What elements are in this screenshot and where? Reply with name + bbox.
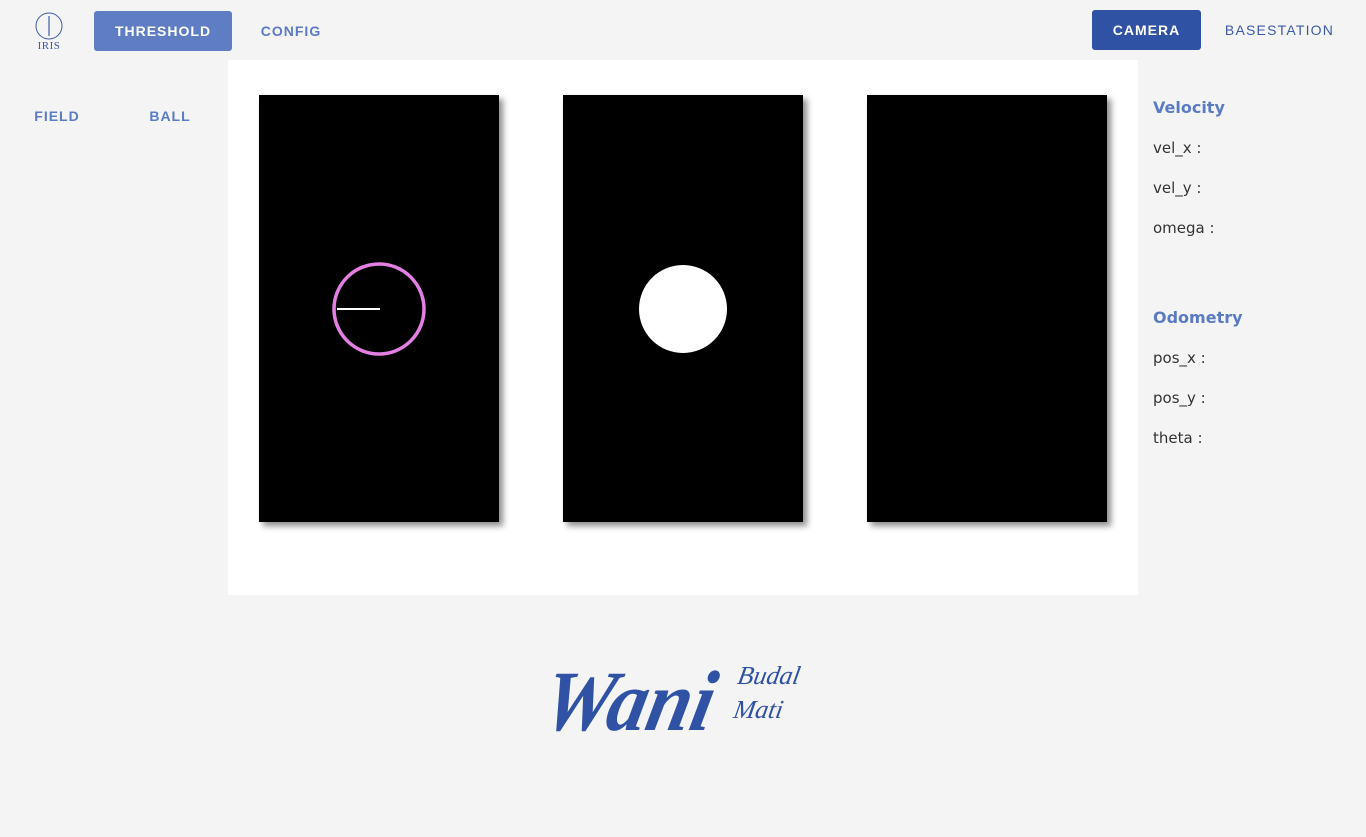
theta-label: theta : xyxy=(1153,429,1203,447)
velocity-title: Velocity xyxy=(1153,98,1225,117)
iris-logo: IRIS xyxy=(34,12,64,54)
camera-frame-threshold xyxy=(563,95,803,522)
ball-tab[interactable]: BALL xyxy=(140,96,200,136)
threshold-mask xyxy=(639,265,727,353)
signature-main: Wani xyxy=(550,654,725,749)
pos-y-label: pos_y : xyxy=(1153,389,1206,407)
ball-detection-overlay xyxy=(332,262,426,356)
vel-x-label: vel_x : xyxy=(1153,139,1202,157)
field-tab[interactable]: FIELD xyxy=(24,96,90,136)
pos-x-label: pos_x : xyxy=(1153,349,1206,367)
camera-frame-blank xyxy=(867,95,1107,522)
omega-label: omega : xyxy=(1153,219,1215,237)
camera-frame-original xyxy=(259,95,499,522)
vel-y-label: vel_y : xyxy=(1153,179,1202,197)
basestation-button[interactable]: BASESTATION xyxy=(1214,10,1345,50)
signature-line2: Mati xyxy=(730,695,785,724)
camera-panel xyxy=(228,60,1138,595)
iris-logo-icon xyxy=(35,12,63,40)
threshold-ball-blob xyxy=(639,265,727,353)
camera-button[interactable]: CAMERA xyxy=(1092,10,1201,50)
signature-logo: Wani Budal Mati xyxy=(535,630,820,760)
config-button[interactable]: CONFIG xyxy=(248,11,334,51)
threshold-button[interactable]: THRESHOLD xyxy=(94,11,232,51)
iris-logo-text: IRIS xyxy=(37,40,61,52)
odometry-title: Odometry xyxy=(1153,308,1243,327)
signature-logo-graphic: Wani Budal Mati xyxy=(535,654,803,749)
signature-line1: Budal xyxy=(735,661,802,690)
